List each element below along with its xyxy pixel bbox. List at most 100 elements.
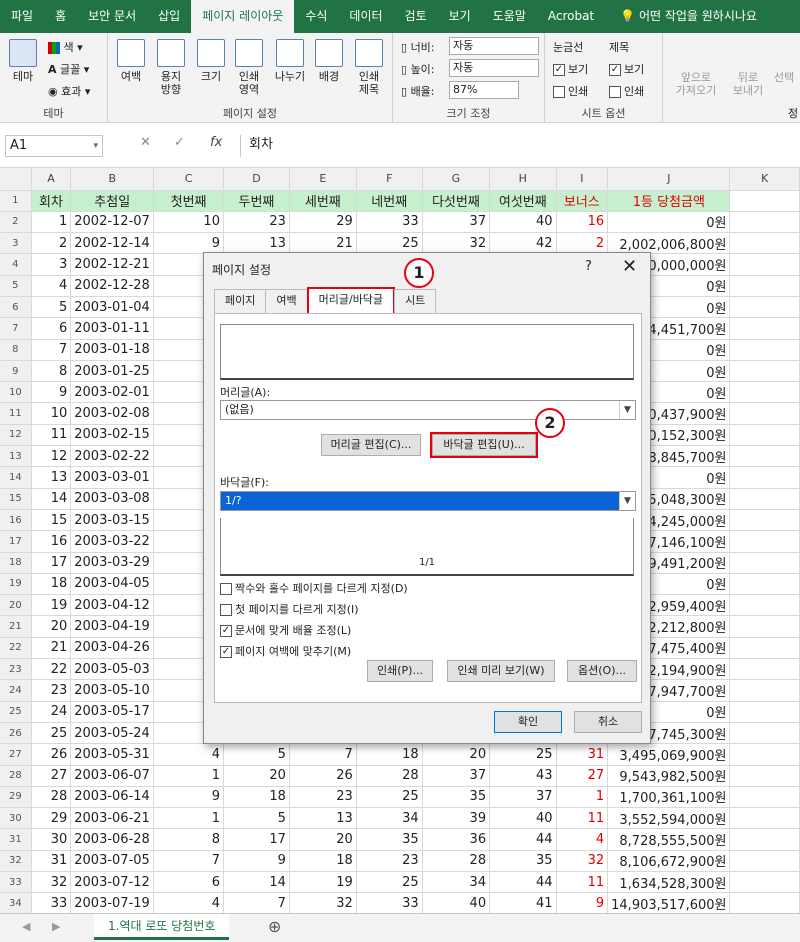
cell[interactable]: 2003-04-19 [70, 615, 155, 638]
cell[interactable]: 35 [356, 828, 423, 851]
cell[interactable] [729, 466, 800, 489]
cell[interactable] [729, 360, 800, 383]
cell[interactable]: 28 [422, 850, 491, 873]
header-cell[interactable]: 네번째 [356, 190, 423, 212]
size-button[interactable]: 크기 [196, 39, 226, 83]
cell[interactable]: 20 [289, 828, 357, 851]
cell[interactable]: 16 [31, 530, 72, 553]
row-header[interactable]: 2 [0, 211, 32, 234]
cell[interactable]: 21 [31, 637, 72, 660]
cell[interactable] [729, 509, 800, 532]
cell[interactable] [729, 765, 800, 787]
cell[interactable]: 8,106,672,900원 [607, 850, 731, 873]
close-icon[interactable]: ✕ [622, 256, 637, 277]
cell[interactable] [729, 488, 800, 510]
cell[interactable]: 2003-03-08 [70, 488, 155, 510]
cell[interactable]: 40 [489, 807, 557, 830]
cell[interactable]: 5 [223, 743, 290, 766]
fonts-button[interactable]: A 글꼴 ▾ [48, 61, 89, 77]
cell[interactable]: 23 [289, 786, 357, 809]
ribbon-tab[interactable]: 보기 [438, 0, 482, 33]
cell[interactable] [729, 552, 800, 574]
cell[interactable] [729, 573, 800, 596]
name-box[interactable]: A1 ▾ [5, 135, 103, 157]
ribbon-tab[interactable]: 홈 [44, 0, 77, 33]
row-header[interactable]: 17 [0, 530, 32, 553]
gridlines-view-check[interactable]: ✓ 보기 [553, 61, 588, 77]
cell[interactable]: 32 [422, 232, 491, 255]
scroll-left-icon[interactable]: ◀ [22, 920, 30, 933]
cell[interactable]: 35 [489, 850, 557, 873]
cell[interactable]: 1 [31, 211, 72, 234]
print-titles-button[interactable]: 인쇄 제목 [352, 39, 386, 96]
row-header[interactable]: 20 [0, 594, 32, 617]
checkbox-icon[interactable] [220, 604, 232, 616]
cell[interactable]: 17 [223, 828, 290, 851]
row-header[interactable]: 4 [0, 253, 32, 276]
column-header[interactable]: F [356, 168, 423, 191]
cell[interactable]: 23 [223, 211, 290, 234]
ribbon-tab[interactable]: 도움말 [482, 0, 537, 33]
cell[interactable] [729, 615, 800, 638]
cell[interactable]: 13 [223, 232, 290, 255]
cell[interactable]: 9 [31, 381, 72, 404]
ribbon-tab[interactable]: 삽입 [147, 0, 191, 33]
header-cell[interactable]: 1등 당첨금액 [607, 190, 731, 212]
cell[interactable]: 11 [31, 424, 72, 447]
cell[interactable] [729, 424, 800, 447]
cell[interactable]: 3 [31, 253, 72, 276]
cell[interactable]: 7 [289, 743, 357, 766]
cell[interactable]: 25 [356, 786, 423, 809]
cell[interactable]: 37 [422, 765, 491, 787]
row-header[interactable]: 8 [0, 339, 32, 361]
cell[interactable] [729, 296, 800, 319]
row-header[interactable]: 34 [0, 892, 32, 913]
row-header[interactable]: 3 [0, 232, 32, 255]
row-header[interactable]: 19 [0, 573, 32, 596]
bring-forward-button[interactable]: 앞으로 가져오기 [672, 71, 720, 97]
cell[interactable]: 24 [31, 701, 72, 723]
add-sheet-icon[interactable]: ⊕ [268, 917, 281, 936]
cell[interactable]: 39 [422, 807, 491, 830]
cell[interactable] [729, 232, 800, 255]
cell[interactable]: 44 [489, 871, 557, 894]
cell[interactable] [729, 381, 800, 404]
cell[interactable]: 14 [31, 488, 72, 510]
row-header[interactable]: 25 [0, 701, 32, 723]
cell[interactable] [729, 722, 800, 745]
cell[interactable]: 42 [489, 232, 557, 255]
cell[interactable] [729, 339, 800, 361]
header-cell[interactable]: 여섯번째 [489, 190, 557, 212]
cell[interactable] [729, 317, 800, 340]
footer-select[interactable]: 1/? ▼ [220, 491, 636, 511]
selection-pane-button[interactable]: 선택 [770, 71, 798, 84]
dialog-checkbox[interactable]: 첫 페이지를 다르게 지정(I) [220, 601, 359, 617]
column-header[interactable]: G [422, 168, 491, 191]
row-header[interactable]: 11 [0, 402, 32, 425]
cell[interactable]: 2003-05-03 [70, 658, 155, 681]
cell[interactable]: 34 [356, 807, 423, 830]
cell[interactable]: 19 [289, 871, 357, 894]
cell[interactable]: 35 [422, 786, 491, 809]
margins-button[interactable]: 여백 [114, 39, 148, 83]
header-cell[interactable]: 다섯번째 [422, 190, 491, 212]
dialog-checkbox[interactable]: ✓ 페이지 여백에 맞추기(M) [220, 643, 351, 659]
cell[interactable]: 18 [31, 573, 72, 596]
cell[interactable]: 9 [153, 232, 224, 255]
cell[interactable]: 33 [31, 892, 72, 913]
cell[interactable]: 41 [489, 892, 557, 913]
cell[interactable]: 1 [556, 786, 609, 809]
cell[interactable] [729, 445, 800, 468]
cell[interactable]: 2003-02-15 [70, 424, 155, 447]
ribbon-tab[interactable]: Acrobat [537, 0, 605, 33]
cell[interactable]: 16 [556, 211, 609, 234]
cell[interactable]: 25 [356, 871, 423, 894]
cell[interactable]: 6 [31, 317, 72, 340]
row-header[interactable]: 7 [0, 317, 32, 340]
cell[interactable]: 40 [489, 211, 557, 234]
gridlines-print-check[interactable]: 인쇄 [553, 83, 588, 99]
cell[interactable]: 30 [31, 828, 72, 851]
cell[interactable]: 12 [31, 445, 72, 468]
cell[interactable]: 23 [31, 679, 72, 702]
cell[interactable]: 40 [422, 892, 491, 913]
